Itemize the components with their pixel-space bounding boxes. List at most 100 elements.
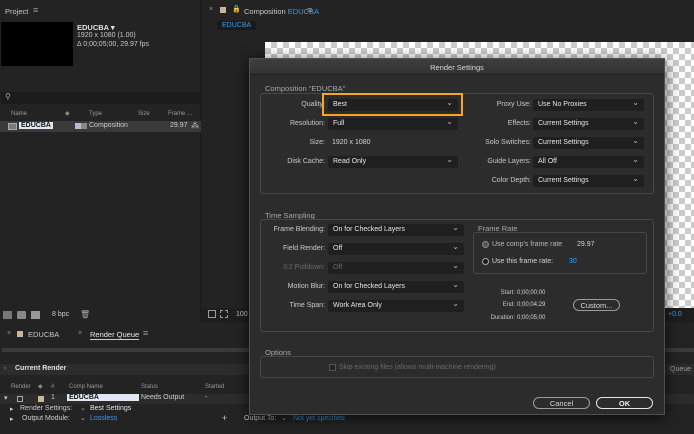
timeline-tab[interactable]: EDUCBA <box>28 330 59 339</box>
size-label: Size: <box>309 139 325 146</box>
label-icon: ◆ <box>38 384 43 390</box>
resolution-label: Resolution: <box>289 120 325 127</box>
this-rate-value[interactable]: 30 <box>569 258 577 265</box>
guide-layers-dropdown[interactable]: All Off <box>533 154 644 168</box>
frame-rate-group <box>473 232 647 274</box>
interpret-footage-icon[interactable] <box>3 311 12 319</box>
region-icon[interactable] <box>220 310 228 318</box>
time-span-dropdown[interactable]: Work Area Only <box>328 298 464 312</box>
color-depth-dropdown[interactable]: Current Settings <box>533 173 644 187</box>
project-panel-title[interactable]: Project <box>5 7 28 16</box>
search-field[interactable]: ⚲ <box>1 92 200 104</box>
skip-existing-label: Skip existing files (allows multi-machin… <box>339 364 496 371</box>
lock-icon[interactable]: 🔒 <box>232 5 241 13</box>
use-this-rate-label: Use this frame rate: <box>492 258 554 265</box>
skip-existing-checkbox[interactable] <box>329 364 336 371</box>
current-render-label: Current Render <box>15 365 67 372</box>
project-panel: Project ≡ EDUCBA ▾ 1920 x 1080 (1.00) Δ … <box>0 0 201 322</box>
project-item-row[interactable]: EDUCBA Composition 29.97 ⁂ <box>0 121 201 132</box>
proxy-use-dropdown[interactable]: Use No Proxies <box>533 97 644 111</box>
expand-arrow-icon[interactable]: ▸ <box>10 415 14 423</box>
col-comp-name[interactable]: Comp Name <box>69 384 103 390</box>
expand-arrow-icon[interactable]: ▾ <box>4 394 8 402</box>
ok-button[interactable]: OK <box>596 397 653 409</box>
new-comp-icon[interactable] <box>31 311 40 319</box>
col-number[interactable]: # <box>51 384 54 390</box>
dropdown-arrow-icon[interactable]: ⌄ <box>80 414 86 422</box>
panel-menu-icon[interactable]: ≡ <box>307 5 312 15</box>
expand-arrow-icon[interactable]: › <box>4 365 6 372</box>
solo-switches-label: Solo Switches: <box>485 139 531 146</box>
label-color-swatch <box>38 396 44 402</box>
cancel-button[interactable]: Cancel <box>533 397 590 409</box>
panel-menu-icon[interactable]: ≡ <box>33 5 38 15</box>
use-comp-rate-label: Use comp's frame rate <box>492 241 563 248</box>
disk-cache-dropdown[interactable]: Read Only <box>328 154 458 168</box>
custom-button[interactable]: Custom... <box>573 299 620 311</box>
snapshot-icon[interactable] <box>208 310 216 318</box>
row-status: Needs Output <box>141 394 185 401</box>
zoom-value[interactable]: 100 <box>236 311 248 318</box>
pulldown-label: 3:2 Pulldown: <box>282 264 325 271</box>
col-type[interactable]: Type <box>89 111 102 117</box>
color-depth-label: Color Depth: <box>491 177 531 184</box>
exposure-offset[interactable]: +0.0 <box>668 311 682 318</box>
dropdown-arrow-icon[interactable]: ⌄ <box>281 414 287 422</box>
render-checkbox[interactable] <box>17 396 23 402</box>
col-render[interactable]: Render <box>11 384 31 390</box>
output-module-value[interactable]: Lossless <box>90 415 117 422</box>
dropdown-arrow-icon[interactable]: ⌄ <box>80 404 86 412</box>
comp-sub-tab[interactable]: EDUCBA <box>217 21 257 30</box>
frame-blending-label: Frame Blending: <box>273 226 325 233</box>
time-span-label: Time Span: <box>289 302 325 309</box>
end-value: 0;00;04;29 <box>517 302 546 308</box>
disk-cache-label: Disk Cache: <box>287 158 325 165</box>
col-size[interactable]: Size <box>138 111 150 117</box>
flowchart-icon[interactable]: ⁂ <box>191 121 199 130</box>
project-footer: 8 bpc 🗑 <box>0 310 201 322</box>
close-tab-icon[interactable]: × <box>78 330 82 337</box>
close-tab-icon[interactable]: × <box>209 6 213 13</box>
comp-duration: Δ 0;00;05;00, 29.97 fps <box>77 41 150 48</box>
trash-icon[interactable]: 🗑 <box>80 310 90 319</box>
new-folder-icon[interactable] <box>17 311 26 319</box>
dialog-titlebar[interactable]: Render Settings <box>250 59 664 75</box>
resolution-dropdown[interactable]: Full <box>328 116 458 130</box>
col-name[interactable]: Name <box>11 111 27 117</box>
bpc-label[interactable]: 8 bpc <box>52 311 69 318</box>
close-tab-icon[interactable]: × <box>7 330 11 337</box>
comp-rate-value: 29.97 <box>577 241 595 248</box>
comp-thumbnail <box>1 22 73 66</box>
col-started[interactable]: Started <box>205 384 224 390</box>
expand-arrow-icon[interactable]: ▸ <box>10 405 14 413</box>
composition-type-icon <box>81 123 87 129</box>
comp-color-swatch <box>220 7 226 13</box>
solo-switches-dropdown[interactable]: Current Settings <box>533 135 644 149</box>
quality-highlight-box <box>322 93 463 116</box>
comp-resolution: 1920 x 1080 (1.00) <box>77 32 136 39</box>
field-render-label: Field Render: <box>282 245 325 252</box>
render-settings-label: Render Settings: <box>20 405 73 412</box>
output-to-value[interactable]: Not yet specified <box>293 415 345 422</box>
panel-menu-icon[interactable]: ≡ <box>143 328 148 338</box>
add-output-icon[interactable]: + <box>222 413 227 423</box>
item-fps: 29.97 <box>170 122 188 129</box>
comp-name-heading[interactable]: EDUCBA ▾ <box>77 23 115 32</box>
row-started: - <box>205 394 208 401</box>
item-name: EDUCBA <box>19 122 53 129</box>
composition-heading: Composition "EDUCBA" <box>265 84 346 93</box>
pulldown-dropdown[interactable]: Off <box>328 260 464 274</box>
this-rate-radio[interactable] <box>482 258 489 265</box>
row-number: 1 <box>51 394 55 401</box>
render-queue-tab[interactable]: Render Queue <box>90 330 140 340</box>
dialog-title: Render Settings <box>430 63 484 72</box>
col-status[interactable]: Status <box>141 384 158 390</box>
composition-icon <box>8 123 17 130</box>
motion-blur-dropdown[interactable]: On for Checked Layers <box>328 279 464 293</box>
comp-rate-radio[interactable] <box>482 241 489 248</box>
field-render-dropdown[interactable]: Off <box>328 241 464 255</box>
effects-dropdown[interactable]: Current Settings <box>533 116 644 130</box>
frame-blending-dropdown[interactable]: On for Checked Layers <box>328 222 464 236</box>
col-frame[interactable]: Frame ... <box>168 111 192 117</box>
render-settings-value[interactable]: Best Settings <box>90 405 131 412</box>
